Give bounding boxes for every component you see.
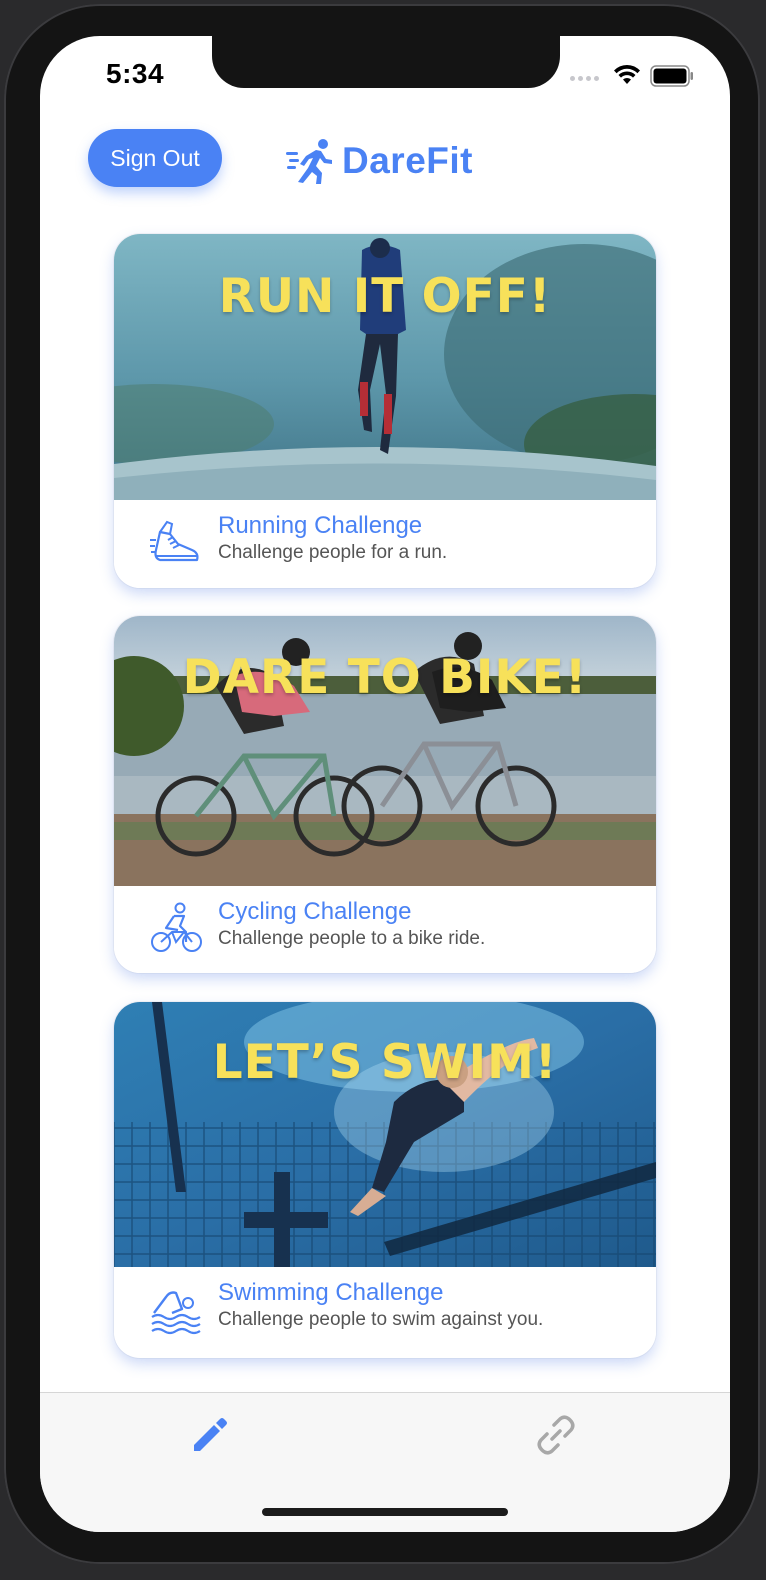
swimming-card-subtitle: Challenge people to swim against you. xyxy=(218,1309,544,1330)
wifi-icon xyxy=(614,64,640,84)
running-card-footer: Running Challenge Challenge people for a… xyxy=(114,500,656,588)
running-challenge-card[interactable]: RUN IT OFF! Running Challenge Challenge … xyxy=(114,234,656,588)
running-card-subtitle: Challenge people for a run. xyxy=(218,542,448,563)
cyclist-icon xyxy=(151,902,202,952)
home-indicator xyxy=(262,1508,508,1516)
app-screen: 5:34 Sign Out DareFit RUN IT OFF! Runnin… xyxy=(40,36,730,1532)
cycling-card-subtitle: Challenge people to a bike ride. xyxy=(218,928,486,949)
sign-out-button[interactable]: Sign Out xyxy=(88,129,222,187)
cycling-card-title: Cycling Challenge xyxy=(218,898,412,925)
cycling-challenge-card[interactable]: DARE TO BIKE! Cycling Challenge Challeng… xyxy=(114,616,656,973)
cycling-headline: DARE TO BIKE! xyxy=(182,650,588,705)
link-icon[interactable] xyxy=(534,1413,578,1457)
swimming-card-footer: Swimming Challenge Challenge people to s… xyxy=(114,1267,656,1355)
device-notch xyxy=(212,36,560,88)
cycling-card-footer: Cycling Challenge Challenge people to a … xyxy=(114,886,656,973)
swimming-card-title: Swimming Challenge xyxy=(218,1279,444,1306)
device-frame: 5:34 Sign Out DareFit RUN IT OFF! Runnin… xyxy=(4,4,760,1564)
runner-logo-icon xyxy=(286,139,332,184)
signal-icon xyxy=(570,76,599,81)
app-logo-text: DareFit xyxy=(342,140,473,181)
swimming-headline: LET’S SWIM! xyxy=(212,1035,558,1090)
swimmer-icon xyxy=(151,1291,201,1335)
running-shoe-icon xyxy=(150,520,199,562)
status-time: 5:34 xyxy=(106,58,165,89)
running-card-title: Running Challenge xyxy=(218,512,423,539)
app-logo: DareFit xyxy=(286,138,473,184)
pencil-icon[interactable] xyxy=(188,1413,232,1457)
battery-icon xyxy=(650,65,693,87)
swimming-challenge-card[interactable]: LET’S SWIM! Swimming Challenge Challenge… xyxy=(114,1002,656,1358)
running-headline: RUN IT OFF! xyxy=(218,269,552,324)
